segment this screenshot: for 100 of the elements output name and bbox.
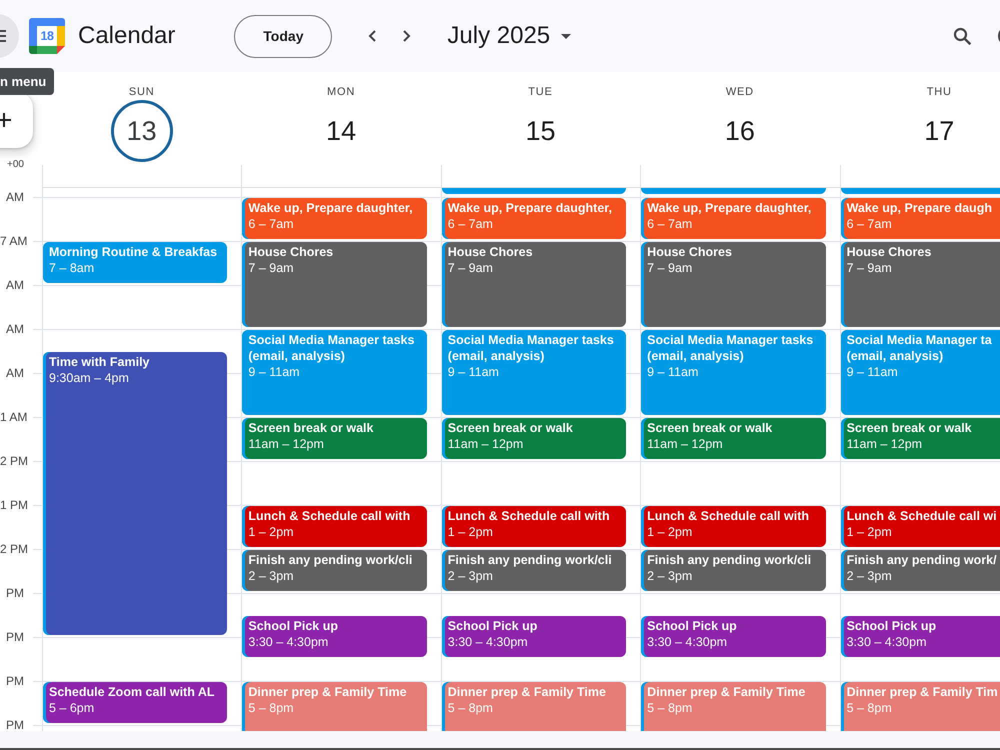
calendar-event[interactable]: Finish any pending work/ 2 – 3pm	[840, 550, 1000, 591]
app-title: Calendar	[78, 22, 176, 50]
event-time: 2 – 3pm	[846, 568, 893, 584]
event-title: Morning Routine & Breakfas	[49, 244, 218, 260]
calendar-event[interactable]: Wake up, Prepare daugh 6 – 7am	[840, 198, 1000, 239]
event-title: School Pick up	[846, 618, 938, 634]
event-title: Finish any pending work/cli	[647, 552, 812, 568]
event-time: 2 – 3pm	[448, 568, 494, 584]
hour-label: AM	[5, 321, 25, 338]
event-title: Dinner prep & Family Tim	[846, 684, 999, 700]
hour-label: 1 AM	[0, 409, 28, 426]
today-button[interactable]: Today	[234, 14, 332, 58]
calendar-event[interactable]: School Pick up 3:30 – 4:30pm	[840, 616, 1000, 657]
event-time: 7 – 8am	[49, 260, 96, 276]
hour-label: PM	[5, 585, 25, 602]
event-time: 2 – 3pm	[248, 568, 295, 584]
calendar-event[interactable]: Lunch & Schedule call wi 1 – 2pm	[840, 506, 1000, 547]
calendar-event[interactable]: Time with Family 9:30am – 4pm	[43, 352, 228, 635]
calendar-event[interactable]: Screen break or walk 11am – 12pm	[242, 418, 427, 459]
calendar-event[interactable]: School Pick up 3:30 – 4:30pm	[442, 616, 626, 657]
event-title: House Chores	[448, 244, 534, 260]
event-title: Lunch & Schedule call wi	[846, 508, 998, 524]
date-number[interactable]: 14	[310, 100, 372, 162]
date-number[interactable]: 15	[509, 100, 572, 162]
event-title: Social Media Manager tasks (email, analysis)	[647, 332, 814, 364]
event-time: 1 – 2pm	[448, 524, 494, 540]
event-time: 6 – 7am	[647, 216, 694, 232]
month-dropdown[interactable]: July 2025	[447, 16, 572, 56]
calendar-event[interactable]: Screen break or walk 11am – 12pm	[840, 418, 1000, 459]
date-number[interactable]: 17	[908, 100, 970, 162]
calendar-event[interactable]: House Chores 7 – 9am	[242, 242, 427, 327]
calendar-event[interactable]: Lunch & Schedule call with 1 – 2pm	[442, 506, 626, 547]
weekday-label: MON	[327, 85, 356, 99]
weekday-label: THU	[926, 85, 952, 99]
calendar-event[interactable]: Wake up, Prepare daughter, 6 – 7am	[442, 198, 626, 239]
search-icon[interactable]	[953, 27, 971, 45]
event-title: House Chores	[248, 244, 334, 260]
event-time: 5 – 8pm	[248, 700, 295, 716]
event-time: 1 – 2pm	[846, 524, 893, 540]
event-title: Finish any pending work/cli	[248, 552, 414, 568]
date-number[interactable]: 16	[708, 100, 771, 162]
event-time: 3:30 – 4:30pm	[647, 634, 728, 650]
hour-label: 1 PM	[0, 497, 30, 514]
logo-day-number: 18	[40, 28, 54, 45]
calendar-event[interactable]: Screen break or walk 11am – 12pm	[641, 418, 826, 459]
event-title: House Chores	[846, 244, 932, 260]
hour-label: PM	[5, 717, 25, 731]
hour-label: 7 AM	[0, 233, 28, 250]
event-title: Social Media Manager tasks (email, analysis)	[248, 332, 416, 364]
calendar-event[interactable]: House Chores 7 – 9am	[442, 242, 626, 327]
hour-label: 2 PM	[0, 541, 30, 558]
event-time: 3:30 – 4:30pm	[448, 634, 529, 650]
horizontal-scrollbar[interactable]	[0, 731, 1000, 750]
event-time: 5 – 8pm	[448, 700, 494, 716]
hour-label: AM	[5, 277, 25, 294]
weekday-label: WED	[726, 85, 754, 99]
plus-icon[interactable]	[0, 113, 11, 127]
event-time: 11am – 12pm	[647, 436, 724, 452]
caret-down-icon[interactable]	[561, 34, 572, 38]
event-title: Lunch & Schedule call with	[248, 508, 412, 524]
hour-label: PM	[5, 629, 25, 646]
event-time: 9:30am – 4pm	[49, 370, 130, 386]
chevron-left-icon[interactable]	[368, 30, 376, 42]
calendar-event[interactable]: Finish any pending work/cli 2 – 3pm	[442, 550, 626, 591]
event-title: Screen break or walk	[846, 420, 973, 436]
event-title: House Chores	[647, 244, 733, 260]
calendar-event[interactable]: House Chores 7 – 9am	[641, 242, 826, 327]
calendar-event[interactable]: Screen break or walk 11am – 12pm	[442, 418, 626, 459]
event-title: Lunch & Schedule call with	[448, 508, 611, 524]
chevron-right-icon[interactable]	[403, 30, 412, 42]
event-title: Schedule Zoom call with AL	[49, 684, 216, 700]
event-title: Wake up, Prepare daughter,	[448, 200, 613, 216]
calendar-event[interactable]: School Pick up 3:30 – 4:30pm	[641, 616, 826, 657]
event-title: Time with Family	[49, 354, 150, 370]
event-time: 6 – 7am	[846, 216, 893, 232]
event-time: 9 – 11am	[846, 364, 899, 380]
event-title: Social Media Manager tasks (email, analysis)	[448, 332, 615, 364]
calendar-event[interactable]: House Chores 7 – 9am	[840, 242, 1000, 327]
event-title: Dinner prep & Family Time	[647, 684, 806, 700]
calendar-event[interactable]: School Pick up 3:30 – 4:30pm	[242, 616, 427, 657]
event-time: 9 – 11am	[647, 364, 700, 380]
calendar-event[interactable]: Lunch & Schedule call with 1 – 2pm	[641, 506, 826, 547]
hour-label: PM	[5, 673, 25, 690]
calendar-event[interactable]: Schedule Zoom call with AL 5 – 6pm	[43, 682, 228, 723]
event-time: 2 – 3pm	[647, 568, 694, 584]
event-title: Wake up, Prepare daughter,	[647, 200, 812, 216]
event-time: 11am – 12pm	[248, 436, 325, 452]
event-title: Screen break or walk	[248, 420, 374, 436]
calendar-event[interactable]: Finish any pending work/cli 2 – 3pm	[641, 550, 826, 591]
date-number[interactable]: 13	[110, 100, 173, 162]
calendar-event[interactable]: Lunch & Schedule call with 1 – 2pm	[242, 506, 427, 547]
calendar-event[interactable]: Wake up, Prepare daughter, 6 – 7am	[641, 198, 826, 239]
event-time: 9 – 11am	[448, 364, 500, 380]
calendar-event[interactable]: Wake up, Prepare daughter, 6 – 7am	[242, 198, 427, 239]
event-title: School Pick up	[448, 618, 538, 634]
calendar-event[interactable]: Finish any pending work/cli 2 – 3pm	[242, 550, 427, 591]
timezone-label: +00	[6, 158, 25, 172]
weekday-label: SUN	[128, 85, 154, 99]
event-title: Wake up, Prepare daugh	[846, 200, 993, 216]
event-title: Finish any pending work/	[846, 552, 998, 568]
